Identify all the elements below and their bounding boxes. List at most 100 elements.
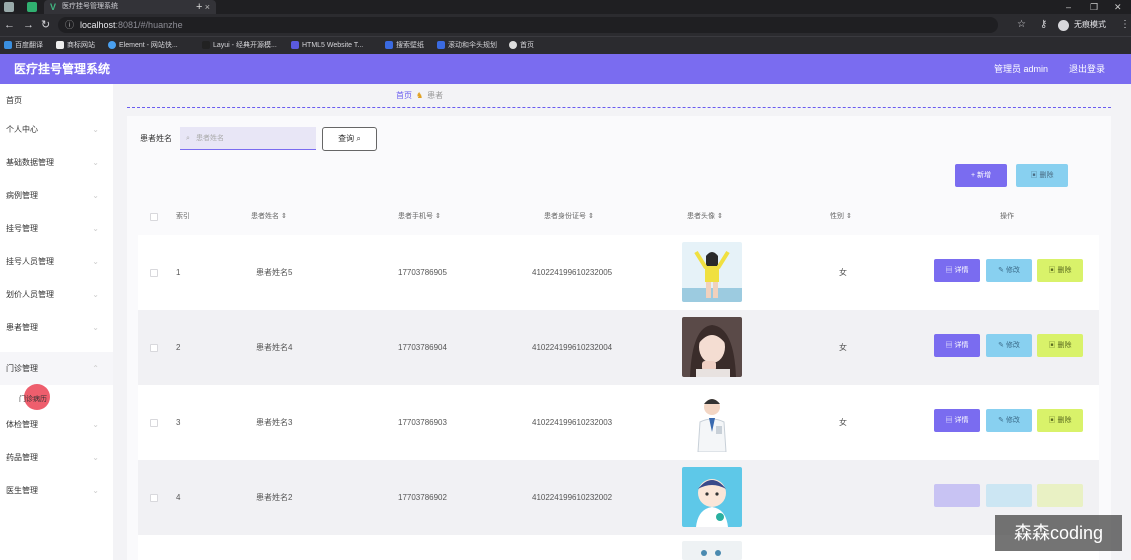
- chevron-up-icon: ⌃: [92, 364, 99, 373]
- search-icon: ⌕: [356, 134, 361, 143]
- query-button[interactable]: 查询 ⌕: [322, 127, 377, 151]
- search-input[interactable]: ⌕ 患者姓名: [180, 127, 316, 150]
- cell-index: 1: [176, 268, 181, 277]
- sidebar: 首页 个人中心 ⌄ 基础数据管理 ⌄ 病例管理 ⌄ 挂号管理 ⌄ 挂号人员管理 ⌄ 划价人…: [0, 84, 113, 560]
- url-input[interactable]: ⓘ localhost:8081/#/huanzhe: [58, 17, 998, 33]
- cell-name: 患者姓名2: [256, 493, 293, 502]
- sidebar-item-basic-data[interactable]: 基础数据管理 ⌄: [0, 146, 113, 179]
- delete-button[interactable]: ▣ 删除: [1037, 409, 1083, 432]
- sidebar-item-doctors[interactable]: 医生管理 ⌄: [0, 474, 113, 507]
- delete-button[interactable]: [1037, 484, 1083, 507]
- chevron-down-icon: ⌄: [92, 486, 99, 495]
- breadcrumb-home[interactable]: 首页: [396, 91, 412, 100]
- user-label: 管理员 admin: [994, 64, 1049, 74]
- app-header: 医疗挂号管理系统 管理员 admin 退出登录: [0, 54, 1131, 84]
- browser-tab[interactable]: V 医疗挂号管理系统 ×: [44, 0, 216, 14]
- edit-button[interactable]: ✎ 修改: [986, 334, 1032, 357]
- url-host: localhost: [80, 20, 116, 30]
- close-window-icon[interactable]: ✕: [1114, 0, 1122, 14]
- delete-button[interactable]: ▣ 删除: [1037, 259, 1083, 282]
- patient-avatar-image[interactable]: [682, 317, 742, 377]
- add-button[interactable]: + 新增: [955, 164, 1007, 187]
- incognito-label: 无痕模式: [1074, 20, 1106, 29]
- sidebar-item-cases[interactable]: 病例管理 ⌄: [0, 179, 113, 212]
- incognito-indicator[interactable]: 无痕模式: [1058, 17, 1106, 33]
- sidebar-item-checkup[interactable]: 体检管理 ⌄: [0, 408, 113, 441]
- sidebar-item-registration[interactable]: 挂号管理 ⌄: [0, 212, 113, 245]
- bookmark-item[interactable]: 搜索壁纸: [385, 37, 424, 54]
- cell-phone: 17703786903: [398, 418, 447, 427]
- column-name[interactable]: 患者姓名 ⇕: [251, 199, 287, 235]
- restore-icon[interactable]: ❐: [1090, 0, 1098, 14]
- table-row: 4 患者姓名2 17703786902 410224199610232002: [138, 460, 1099, 535]
- chevron-down-icon: ⌄: [92, 420, 99, 429]
- sidebar-item-medicine[interactable]: 药品管理 ⌄: [0, 441, 113, 474]
- patient-avatar-image[interactable]: [682, 467, 742, 527]
- table-row: 2 患者姓名4 17703786904 410224199610232004 女…: [138, 310, 1099, 385]
- forward-icon[interactable]: →: [23, 17, 34, 33]
- bookmark-item[interactable]: 滚动和伞头规划: [437, 37, 497, 54]
- bookmark-star-icon[interactable]: ☆: [1017, 17, 1026, 33]
- bookmark-item[interactable]: HTML5 Website T...: [291, 37, 363, 54]
- minimize-icon[interactable]: –: [1066, 0, 1071, 14]
- bookmark-item[interactable]: Layui - 经典开源模...: [202, 37, 277, 54]
- bookmark-item[interactable]: 首页: [509, 37, 534, 54]
- site-info-icon[interactable]: ⓘ: [65, 17, 74, 33]
- row-checkbox[interactable]: [150, 419, 158, 427]
- bookmark-item[interactable]: 百度翻译: [4, 37, 43, 54]
- sidebar-item-outpatient[interactable]: 门诊管理 ⌃: [0, 352, 113, 385]
- patient-avatar-image[interactable]: [682, 541, 742, 560]
- back-icon[interactable]: ←: [4, 17, 15, 33]
- reload-icon[interactable]: ↻: [41, 17, 50, 33]
- sheet-icon[interactable]: [27, 2, 37, 12]
- column-phone[interactable]: 患者手机号 ⇕: [398, 199, 441, 235]
- batch-delete-button[interactable]: ▣ 删除: [1016, 164, 1068, 187]
- sidebar-item-registrars[interactable]: 挂号人员管理 ⌄: [0, 245, 113, 278]
- cell-idcard: 410224199610232004: [532, 343, 613, 352]
- chevron-down-icon: ⌄: [92, 191, 99, 200]
- row-checkbox[interactable]: [150, 269, 158, 277]
- edit-button[interactable]: ✎ 修改: [986, 409, 1032, 432]
- edit-icon: ✎: [998, 342, 1004, 349]
- bookmarks-bar: 百度翻译 商标网站 Element - 网站快... Layui - 经典开源模…: [0, 36, 1131, 54]
- content-panel: 患者姓名 ⌕ 患者姓名 查询 ⌕ + 新增 ▣ 删除 索引 患者姓名 ⇕ 患者手…: [127, 116, 1111, 560]
- cell-name: 患者姓名4: [256, 343, 293, 352]
- sort-icon: ⇕: [716, 213, 723, 220]
- column-avatar[interactable]: 患者头像 ⇕: [687, 199, 723, 235]
- cell-phone: 17703786902: [398, 493, 447, 502]
- edit-button[interactable]: ✎ 修改: [986, 259, 1032, 282]
- cell-idcard: 410224199610232002: [532, 493, 613, 502]
- patient-avatar-image[interactable]: [682, 392, 742, 452]
- chrome-icon[interactable]: [4, 2, 14, 12]
- select-all-checkbox[interactable]: [150, 213, 158, 221]
- cell-index: 2: [176, 343, 181, 352]
- row-checkbox[interactable]: [150, 494, 158, 502]
- detail-button[interactable]: ▤ 详情: [934, 334, 980, 357]
- sidebar-item-pricers[interactable]: 划价人员管理 ⌄: [0, 278, 113, 311]
- delete-button[interactable]: ▣ 删除: [1037, 334, 1083, 357]
- column-gender[interactable]: 性别 ⇕: [830, 199, 852, 235]
- bookmark-item[interactable]: 商标网站: [56, 37, 95, 54]
- chevron-down-icon: ⌄: [92, 224, 99, 233]
- new-tab-icon[interactable]: +: [196, 0, 202, 14]
- detail-button[interactable]: [934, 484, 980, 507]
- tab-close-icon[interactable]: ×: [205, 0, 210, 14]
- bookmark-item[interactable]: Element - 网站快...: [108, 37, 178, 54]
- column-idcard[interactable]: 患者身份证号 ⇕: [544, 199, 594, 235]
- detail-button[interactable]: ▤ 详情: [934, 409, 980, 432]
- patient-avatar-image[interactable]: [682, 242, 742, 302]
- row-checkbox[interactable]: [150, 344, 158, 352]
- sort-icon: ⇕: [280, 213, 287, 220]
- vue-icon: V: [50, 2, 57, 12]
- logout-link[interactable]: 退出登录: [1069, 54, 1105, 84]
- menu-icon[interactable]: ⋮: [1120, 17, 1130, 33]
- cell-gender: 女: [839, 418, 847, 427]
- key-icon[interactable]: ⚷: [1040, 17, 1047, 33]
- chevron-down-icon: ⌄: [92, 290, 99, 299]
- chevron-down-icon: ⌄: [92, 323, 99, 332]
- detail-button[interactable]: ▤ 详情: [934, 259, 980, 282]
- edit-button[interactable]: [986, 484, 1032, 507]
- sidebar-item-patients[interactable]: 患者管理 ⌄: [0, 311, 113, 344]
- sidebar-item-profile[interactable]: 个人中心 ⌄: [0, 113, 113, 146]
- breadcrumb-current: 患者: [427, 91, 444, 100]
